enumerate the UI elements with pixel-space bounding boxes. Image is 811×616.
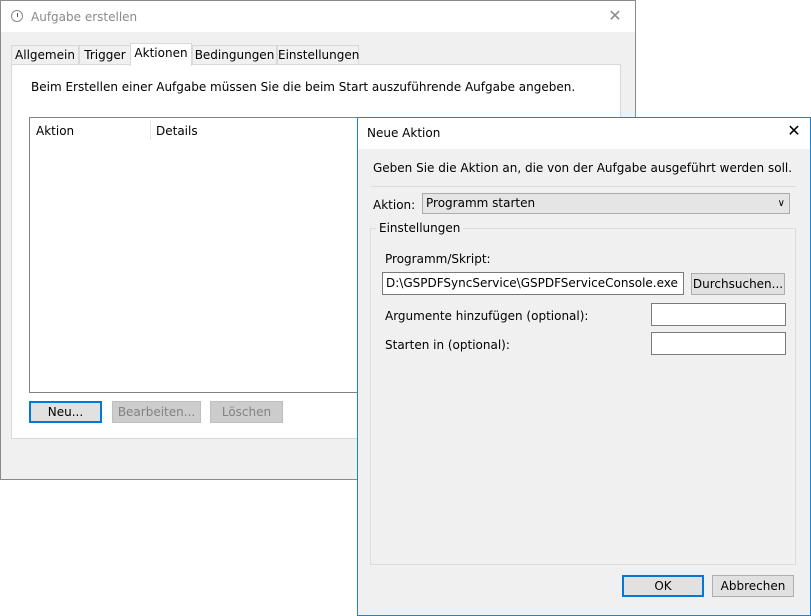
column-header-details[interactable]: Details	[156, 124, 198, 138]
browse-button[interactable]: Durchsuchen...	[691, 273, 785, 295]
arguments-input[interactable]	[651, 303, 786, 326]
tab-aktionen[interactable]: Aktionen	[130, 43, 192, 66]
dialog-title-bar[interactable]: Neue Aktion ✕	[358, 118, 810, 149]
cancel-button[interactable]: Abbrechen	[712, 575, 794, 597]
tab-bedingungen[interactable]: Bedingungen	[192, 45, 277, 64]
title-bar[interactable]: Aufgabe erstellen ✕	[1, 1, 635, 32]
dialog-title: Neue Aktion	[367, 126, 441, 140]
dialog-close-icon[interactable]: ✕	[780, 120, 808, 142]
tab-einstellungen[interactable]: Einstellungen	[277, 45, 359, 64]
new-button[interactable]: Neu...	[29, 401, 102, 423]
column-header-aktion[interactable]: Aktion	[36, 124, 74, 138]
delete-button[interactable]: Löschen	[210, 401, 283, 423]
dialog-instruction: Geben Sie die Aktion an, die von der Auf…	[373, 161, 793, 175]
column-divider[interactable]	[150, 120, 151, 140]
clock-icon	[11, 10, 23, 22]
arguments-label: Argumente hinzufügen (optional):	[385, 309, 589, 323]
tab-allgemein[interactable]: Allgemein	[11, 45, 79, 64]
separator	[371, 186, 796, 187]
settings-group-title: Einstellungen	[376, 221, 464, 235]
program-script-input[interactable]: D:\GSPDFSyncService\GSPDFServiceConsole.…	[382, 272, 684, 295]
edit-button[interactable]: Bearbeiten...	[112, 401, 201, 423]
actions-description: Beim Erstellen einer Aufgabe müssen Sie …	[31, 80, 576, 94]
action-dropdown[interactable]: Programm starten ∨	[422, 193, 790, 214]
settings-group: Einstellungen Programm/Skript: D:\GSPDFS…	[370, 221, 796, 565]
action-label: Aktion:	[373, 198, 416, 212]
new-action-dialog: Neue Aktion ✕ Geben Sie die Aktion an, d…	[357, 117, 811, 616]
actions-list[interactable]: Aktion Details	[29, 117, 409, 393]
tab-trigger[interactable]: Trigger	[79, 45, 131, 64]
window-title: Aufgabe erstellen	[31, 10, 138, 24]
program-label: Programm/Skript:	[385, 252, 491, 266]
action-dropdown-value: Programm starten	[426, 196, 536, 210]
start-in-label: Starten in (optional):	[385, 338, 510, 352]
ok-button[interactable]: OK	[622, 575, 704, 597]
start-in-input[interactable]	[651, 332, 786, 355]
close-icon[interactable]: ✕	[601, 5, 629, 27]
chevron-down-icon: ∨	[777, 198, 785, 209]
